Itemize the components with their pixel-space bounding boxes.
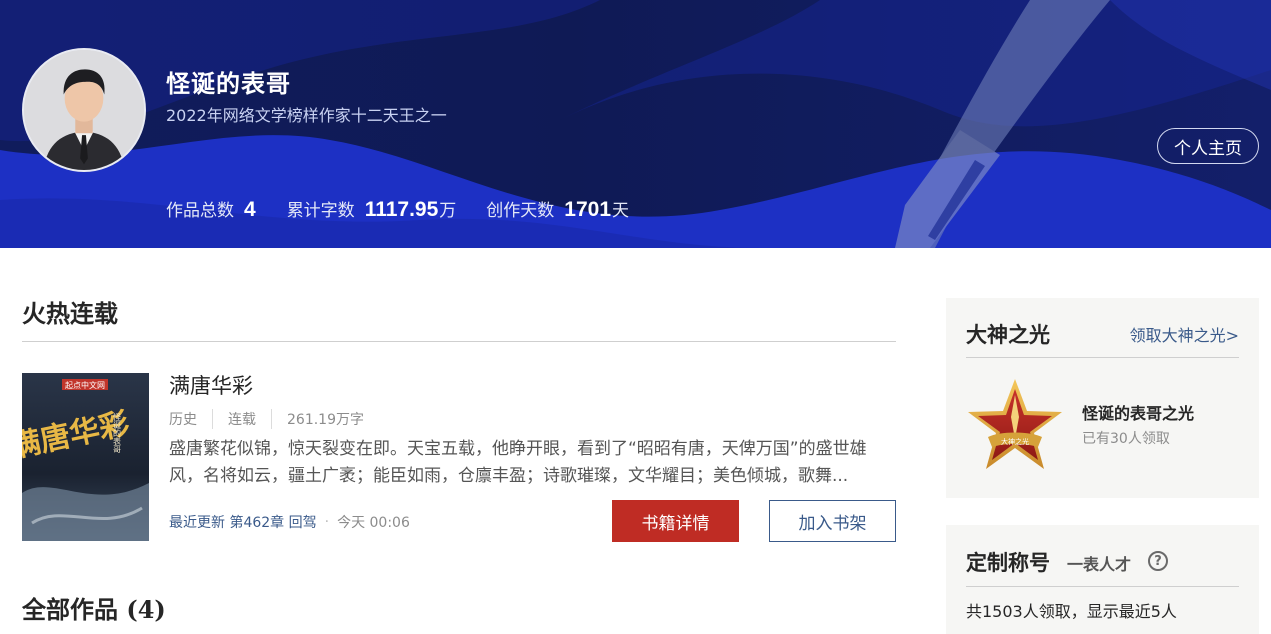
- custom-title-card: 定制称号 一表人才 ? 共1503人领取，显示最近5人: [946, 525, 1259, 634]
- stat-total-words: 累计字数 1117.95 万: [287, 196, 457, 222]
- add-to-shelf-button[interactable]: 加入书架: [769, 500, 896, 542]
- book-latest-update: 最近更新 第462章 回驾 · 今天 00:06: [169, 512, 410, 532]
- card-divider: [966, 357, 1239, 358]
- cover-author: 怪诞的表哥: [113, 412, 122, 454]
- author-stats: 作品总数 4 累计字数 1117.95 万 创作天数 1701 天: [166, 196, 659, 222]
- book-genre[interactable]: 历史: [169, 409, 212, 429]
- stat-label: 创作天数: [486, 201, 555, 221]
- book-cover-art: 起点中文网 满唐华彩 怪诞的表哥: [22, 373, 149, 541]
- badge-claim-count: 已有30人领取: [1082, 431, 1170, 447]
- author-banner: 怪诞的表哥 2022年网络文学榜样作家十二天王之一 个人主页 作品总数 4 累计…: [0, 0, 1271, 248]
- book-title[interactable]: 满唐华彩: [169, 370, 253, 400]
- cover-brand: 起点中文网: [65, 380, 105, 390]
- card-divider: [966, 586, 1239, 587]
- badge-label: 大神之光: [1001, 437, 1029, 446]
- book-cover[interactable]: 起点中文网 满唐华彩 怪诞的表哥: [22, 373, 149, 541]
- update-time: 今天 00:06: [337, 515, 410, 531]
- stat-writing-days: 创作天数 1701 天: [486, 196, 629, 222]
- stat-label: 作品总数: [166, 201, 234, 221]
- hot-serial-heading: 火热连载: [22, 299, 118, 328]
- god-light-card: 大神之光 领取大神之光> 大神之光 怪诞的表哥之光 已有30人领取: [946, 298, 1259, 498]
- book-status: 连载: [212, 409, 271, 429]
- book-meta: 历史 连载 261.19万字: [169, 409, 379, 429]
- stat-value: 1117.95: [364, 198, 439, 221]
- stat-value: 1701: [564, 198, 611, 221]
- god-light-title: 大神之光: [966, 322, 1050, 347]
- all-works-heading: 全部作品 (4): [22, 595, 166, 624]
- badge-name: 怪诞的表哥之光: [1082, 404, 1195, 423]
- author-avatar[interactable]: [22, 48, 146, 172]
- book-description: 盛唐繁花似锦，惊天裂变在即。天宝五载，他睁开眼，看到了“昭昭有唐，天俾万国”的盛…: [169, 439, 867, 486]
- custom-title-heading: 定制称号: [966, 550, 1050, 575]
- claim-god-light-link[interactable]: 领取大神之光>: [1130, 322, 1239, 346]
- latest-chapter-link[interactable]: 最近更新 第462章 回驾: [169, 512, 317, 532]
- custom-title-info: 共1503人领取，显示最近5人: [966, 602, 1177, 621]
- avatar-photo: [24, 50, 144, 170]
- god-light-badge-icon: 大神之光: [966, 377, 1064, 473]
- stat-unit: 万: [439, 201, 457, 221]
- personal-home-button[interactable]: 个人主页: [1157, 128, 1259, 164]
- author-honor-title: 2022年网络文学榜样作家十二天王之一: [166, 106, 447, 125]
- stat-total-works: 作品总数 4: [166, 196, 257, 222]
- custom-title-tag: 一表人才: [1067, 555, 1132, 574]
- book-detail-button[interactable]: 书籍详情: [612, 500, 739, 542]
- help-icon[interactable]: ?: [1148, 551, 1168, 571]
- stat-label: 累计字数: [286, 201, 355, 221]
- book-word-count: 261.19万字: [271, 409, 379, 429]
- stat-unit: 天: [612, 201, 629, 221]
- dot-separator: ·: [324, 514, 330, 530]
- stat-value: 4: [244, 198, 256, 221]
- author-name: 怪诞的表哥: [166, 70, 291, 98]
- section-divider: [22, 341, 896, 342]
